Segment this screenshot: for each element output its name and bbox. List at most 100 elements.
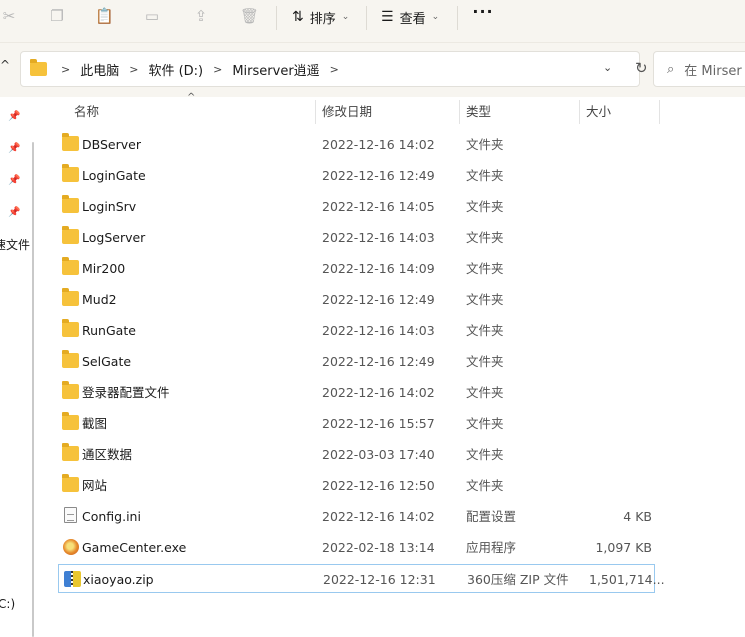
file-size (588, 347, 652, 376)
file-size (588, 440, 652, 469)
file-size (588, 254, 652, 283)
chevron-down-icon: ⌄ (341, 12, 350, 22)
file-size (588, 223, 652, 252)
chevron-down-icon: ⌄ (431, 12, 440, 22)
search-box[interactable]: ⌕ 在 Mirser (653, 51, 745, 87)
file-type: 文件夹 (466, 261, 504, 276)
file-modified-date: 2022-12-16 12:49 (322, 168, 435, 183)
file-name: Config.ini (82, 509, 141, 524)
view-button[interactable]: ☰ 查看 ⌄ (381, 6, 439, 28)
folder-icon (62, 257, 79, 275)
rename-icon[interactable]: ▭ (143, 7, 161, 25)
file-row[interactable]: xiaoyao.zip 2022-12-16 12:31 360压缩 ZIP 文件 1… (58, 564, 665, 593)
copy-icon[interactable]: ❐ (48, 7, 66, 25)
pin-icon[interactable]: 📌 (8, 207, 20, 219)
file-modified-date: 2022-12-16 12:49 (322, 354, 435, 369)
file-type: 文件夹 (466, 323, 504, 338)
file-name: Mir200 (82, 261, 126, 276)
address-history-dropdown[interactable]: ⌄ (603, 61, 612, 74)
column-header-date[interactable]: 修改日期 (322, 98, 372, 126)
file-row[interactable]: 通区数据 2022-03-03 17:40 文件夹 (58, 440, 655, 469)
file-row[interactable]: 网站 2022-12-16 12:50 文件夹 (58, 471, 655, 500)
address-row: ^ > 此电脑 > 软件 (D:) > Mirserver逍遥 > ⌄ ↻ ⌕ … (0, 43, 745, 97)
file-size (588, 378, 652, 407)
file-row[interactable]: 登录器配置文件 2022-12-16 14:02 文件夹 (58, 378, 655, 407)
file-name: SelGate (82, 354, 132, 369)
file-row[interactable]: LoginSrv 2022-12-16 14:05 文件夹 (58, 192, 655, 221)
chevron-right-icon[interactable]: > (129, 63, 138, 76)
folder-icon (62, 288, 79, 306)
search-icon: ⌕ (667, 61, 675, 77)
column-divider[interactable] (659, 100, 660, 124)
more-options-button[interactable]: ··· (472, 2, 494, 28)
address-bar[interactable]: > 此电脑 > 软件 (D:) > Mirserver逍遥 > ⌄ ↻ (20, 51, 648, 87)
column-divider[interactable] (315, 100, 316, 124)
nav-item-quick-access-files[interactable]: 速文件 (0, 236, 30, 253)
file-row[interactable]: RunGate 2022-12-16 14:03 文件夹 (58, 316, 655, 345)
file-modified-date: 2022-12-16 14:05 (322, 199, 435, 214)
pin-icon[interactable]: 📌 (8, 143, 20, 155)
chevron-right-icon[interactable]: > (213, 63, 222, 76)
delete-icon[interactable]: 🗑 (240, 7, 259, 25)
sort-button[interactable]: ⇅ 排序 ⌄ (292, 6, 349, 28)
ini-file-icon (64, 507, 77, 523)
file-row[interactable]: LoginGate 2022-12-16 12:49 文件夹 (58, 161, 655, 190)
breadcrumb-this-pc[interactable]: 此电脑 (80, 60, 119, 79)
refresh-icon[interactable]: ↻ (635, 59, 648, 77)
file-name: 登录器配置文件 (82, 385, 170, 400)
file-type: 文件夹 (466, 478, 504, 493)
folder-icon (62, 412, 79, 430)
toolbar-divider (366, 6, 367, 30)
pin-icon[interactable]: 📌 (8, 175, 20, 187)
breadcrumb-mirserver[interactable]: Mirserver逍遥 (232, 60, 319, 79)
file-row[interactable]: 截图 2022-12-16 15:57 文件夹 (58, 409, 655, 438)
sort-ascending-icon: ^ (187, 92, 196, 103)
file-row[interactable]: GameCenter.exe 2022-02-18 13:14 应用程序 1,097 … (58, 533, 655, 562)
file-size: 1,501,714... (589, 572, 665, 587)
file-name: DBServer (82, 137, 141, 152)
file-row[interactable]: LogServer 2022-12-16 14:03 文件夹 (58, 223, 655, 252)
view-icon: ☰ (381, 9, 394, 25)
file-type: 文件夹 (466, 416, 504, 431)
folder-icon (62, 195, 79, 213)
nav-item-drive-c[interactable]: :C:) (0, 597, 15, 611)
column-header-size[interactable]: 大小 (586, 98, 611, 126)
file-name: Mud2 (82, 292, 117, 307)
file-row[interactable]: SelGate 2022-12-16 12:49 文件夹 (58, 347, 655, 376)
file-size (588, 161, 652, 190)
folder-icon (30, 59, 47, 76)
file-modified-date: 2022-12-16 14:02 (322, 137, 435, 152)
view-label: 查看 (399, 11, 426, 27)
file-list: ^ 名称 修改日期 类型 大小 DBServer 2022-12-16 14:02… (40, 92, 745, 637)
file-row[interactable]: DBServer 2022-12-16 14:02 文件夹 (58, 130, 655, 159)
column-header-type[interactable]: 类型 (466, 98, 491, 126)
chevron-right-icon[interactable]: > (61, 63, 70, 76)
file-size: 1,097 KB (595, 540, 652, 555)
zip-archive-icon (64, 571, 81, 587)
pin-icon[interactable]: 📌 (8, 111, 20, 123)
breadcrumb-drive-d[interactable]: 软件 (D:) (148, 60, 203, 79)
share-icon[interactable]: ⇪ (192, 7, 210, 25)
file-row[interactable]: Config.ini 2022-12-16 14:02 配置设置 4 KB (58, 502, 655, 531)
column-divider[interactable] (459, 100, 460, 124)
cut-icon[interactable]: ✂ (0, 7, 18, 25)
chevron-up-icon[interactable]: ^ (0, 58, 10, 72)
file-name: LoginSrv (82, 199, 137, 214)
file-size (588, 471, 652, 500)
file-modified-date: 2022-02-18 13:14 (322, 540, 435, 555)
file-modified-date: 2022-12-16 14:02 (322, 385, 435, 400)
chevron-right-icon[interactable]: > (330, 63, 339, 76)
folder-icon (62, 133, 79, 151)
navigation-scrollbar[interactable] (32, 142, 34, 637)
file-row[interactable]: Mir200 2022-12-16 14:09 文件夹 (58, 254, 655, 283)
file-size (588, 316, 652, 345)
column-header-name[interactable]: 名称 (74, 98, 99, 126)
sort-icon: ⇅ (292, 9, 304, 25)
column-divider[interactable] (579, 100, 580, 124)
file-row[interactable]: Mud2 2022-12-16 12:49 文件夹 (58, 285, 655, 314)
file-name: LogServer (82, 230, 146, 245)
paste-icon[interactable]: 📋 (95, 7, 114, 25)
file-type: 360压缩 ZIP 文件 (467, 572, 569, 587)
file-name: xiaoyao.zip (83, 572, 154, 587)
file-modified-date: 2022-12-16 14:09 (322, 261, 435, 276)
